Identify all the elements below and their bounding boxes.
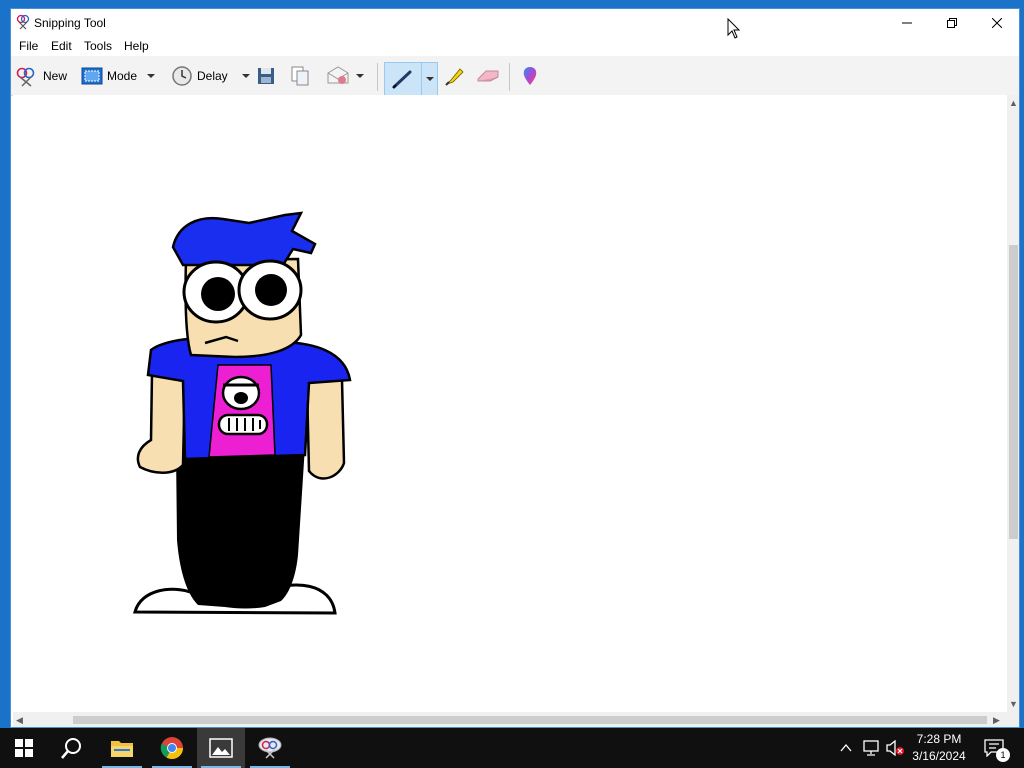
action-center-button[interactable]: 1 <box>978 728 1010 768</box>
menu-bar: File Edit Tools Help <box>11 36 1019 56</box>
save-icon <box>258 68 274 84</box>
new-snip-button[interactable]: New <box>15 62 67 90</box>
mode-rect-icon <box>81 67 103 85</box>
chrome-icon <box>160 737 183 759</box>
file-explorer-icon <box>111 741 133 757</box>
scroll-right-arrow-icon[interactable]: ▶ <box>993 715 1000 725</box>
minimize-icon <box>901 22 912 23</box>
send-icon <box>327 66 349 84</box>
close-button[interactable] <box>974 9 1019 36</box>
snipping-tool-taskbar-button[interactable] <box>246 728 294 768</box>
network-icon <box>863 740 879 756</box>
paint3d-icon <box>523 67 537 85</box>
clock-date[interactable]: 3/16/2024 <box>908 749 970 763</box>
menu-file[interactable]: File <box>19 38 38 54</box>
delay-button[interactable]: Delay <box>171 62 250 90</box>
delay-dropdown-arrow-icon[interactable] <box>241 74 250 78</box>
start-button[interactable] <box>0 728 48 768</box>
scroll-down-arrow-icon[interactable]: ▼ <box>1009 699 1018 709</box>
search-button[interactable] <box>48 728 96 768</box>
scrollbar-corner <box>1007 712 1019 727</box>
copy-button[interactable] <box>290 62 310 90</box>
snipping-tool-icon <box>258 737 282 759</box>
restore-icon <box>946 17 957 28</box>
title-bar[interactable]: Snipping Tool <box>11 9 1019 36</box>
mode-label: Mode <box>107 69 138 83</box>
taskbar: 7:28 PM 3/16/2024 1 <box>0 728 1024 768</box>
scroll-left-arrow-icon[interactable]: ◀ <box>16 715 23 725</box>
toolbar-separator <box>377 63 378 91</box>
network-button[interactable] <box>860 728 882 768</box>
volume-muted-icon <box>886 740 904 756</box>
menu-help[interactable]: Help <box>124 38 149 54</box>
send-dropdown-arrow-icon[interactable] <box>356 74 364 78</box>
highlighter-icon <box>445 68 464 86</box>
new-label: New <box>43 69 68 83</box>
snipping-tool-app-icon <box>16 14 30 30</box>
snipping-tool-window: Snipping Tool File Edit Tools Help New M… <box>10 8 1020 728</box>
pen-icon <box>392 70 412 89</box>
chrome-button[interactable] <box>148 728 196 768</box>
save-snip-button[interactable] <box>256 62 276 90</box>
pen-tool-button[interactable] <box>384 62 438 96</box>
photos-button[interactable] <box>197 728 245 768</box>
pen-split-divider <box>421 63 422 95</box>
clock-icon <box>172 66 192 86</box>
menu-tools[interactable]: Tools <box>84 38 112 54</box>
toolbar: New Mode Delay <box>11 56 1019 96</box>
mode-dropdown-arrow-icon[interactable] <box>147 74 156 78</box>
vertical-scroll-thumb[interactable] <box>1009 245 1018 539</box>
file-explorer-button[interactable] <box>98 728 146 768</box>
highlighter-button[interactable] <box>443 62 465 90</box>
window-title: Snipping Tool <box>34 16 106 30</box>
volume-button[interactable] <box>884 728 906 768</box>
clock-time[interactable]: 7:28 PM <box>908 732 970 746</box>
notification-count-badge: 1 <box>996 748 1010 762</box>
close-icon <box>991 17 1002 28</box>
scroll-up-arrow-icon[interactable]: ▲ <box>1009 98 1018 108</box>
search-icon <box>61 738 81 759</box>
menu-edit[interactable]: Edit <box>51 38 72 54</box>
chevron-up-icon <box>840 744 852 752</box>
scissors-icon <box>16 67 35 87</box>
copy-icon <box>291 66 309 86</box>
eraser-icon <box>477 70 499 82</box>
horizontal-scrollbar[interactable]: ◀ ▶ <box>13 712 1007 727</box>
character-drawing <box>133 211 352 615</box>
start-icon <box>15 739 33 757</box>
minimize-button[interactable] <box>884 9 929 36</box>
delay-label: Delay <box>197 69 228 83</box>
vertical-scrollbar[interactable]: ▲ ▼ <box>1007 95 1019 712</box>
restore-button[interactable] <box>929 9 974 36</box>
show-hidden-icons-button[interactable] <box>836 728 856 768</box>
eraser-button[interactable] <box>475 62 501 90</box>
edit-with-paint3d-button[interactable] <box>521 62 539 90</box>
mode-button[interactable]: Mode <box>81 62 156 90</box>
send-snip-button[interactable] <box>326 62 364 90</box>
mouse-cursor-icon <box>727 18 741 39</box>
horizontal-scroll-thumb[interactable] <box>73 716 987 724</box>
photos-icon <box>209 738 233 758</box>
snip-canvas[interactable] <box>13 95 1007 712</box>
toolbar-separator-2 <box>509 63 510 91</box>
pen-dropdown-arrow-icon[interactable] <box>426 77 434 81</box>
